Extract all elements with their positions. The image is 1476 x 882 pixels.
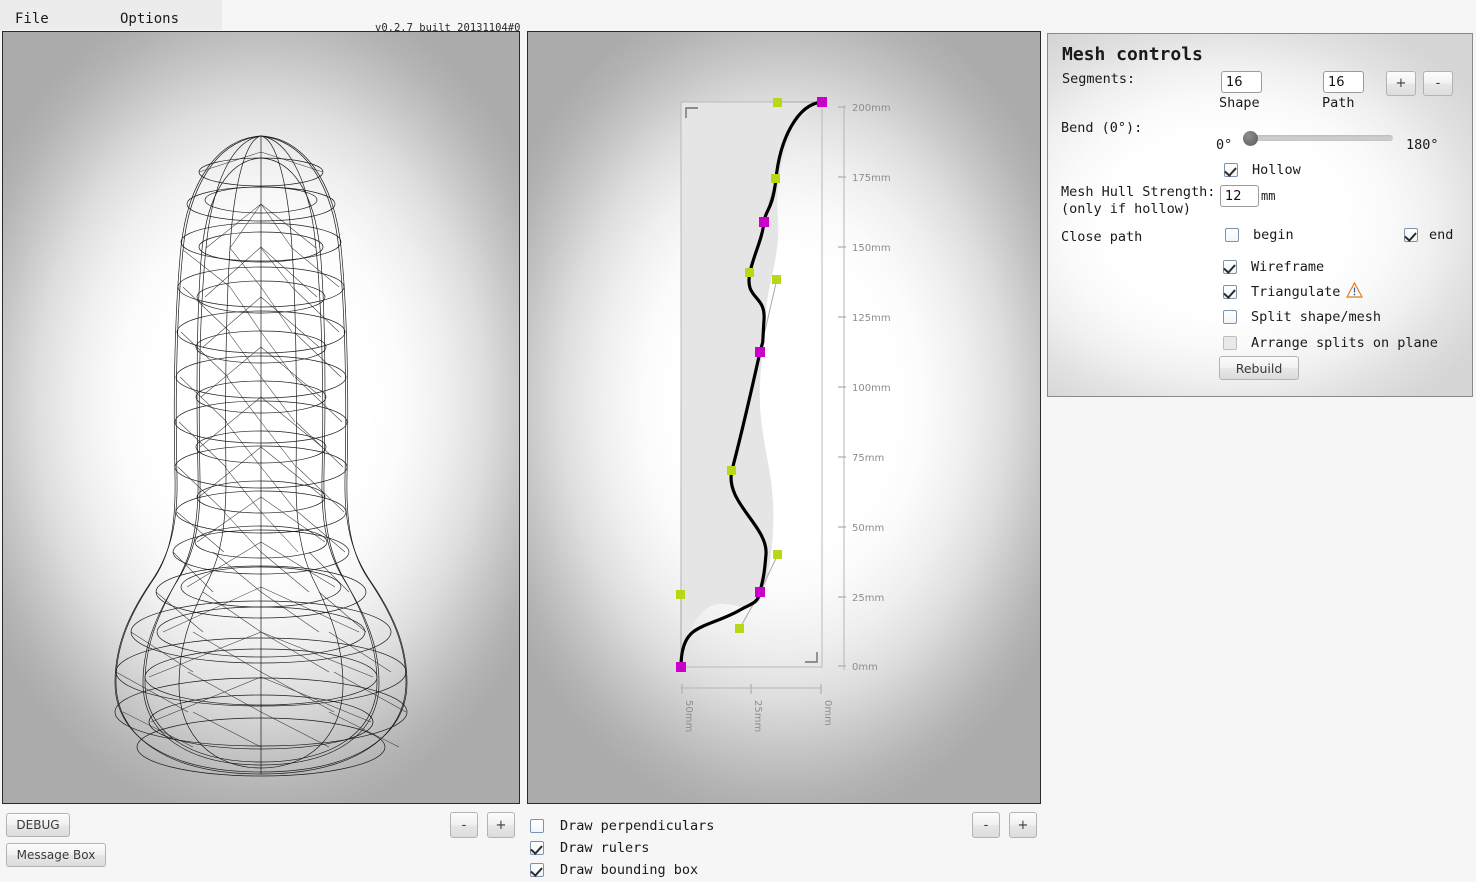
draw-rulers-label: Draw rulers	[560, 840, 650, 856]
ruler-tick-label: 100mm	[852, 383, 891, 394]
ruler-tick-label: 150mm	[852, 243, 891, 254]
zoom-out-button-path[interactable]: -	[972, 812, 1000, 838]
draw-bounding-box-label: Draw bounding box	[560, 862, 699, 878]
wireframe-row[interactable]: Wireframe	[1223, 259, 1324, 275]
draw-perpendiculars-row[interactable]: Draw perpendiculars	[530, 815, 714, 837]
menu-item-file[interactable]: File	[15, 11, 49, 27]
path-editor-svg: 200mm 175mm 150mm 125mm 100mm 75mm 50mm …	[676, 97, 891, 732]
zoom-in-button-3d[interactable]: +	[487, 812, 515, 838]
ruler-tick-label: 125mm	[852, 313, 891, 324]
viewport-path-editor[interactable]: 200mm 175mm 150mm 125mm 100mm 75mm 50mm …	[527, 31, 1041, 804]
bend-max-label: 180°	[1406, 137, 1439, 153]
path-segments-input[interactable]: 16	[1323, 71, 1364, 93]
ruler-tick-label: 200mm	[852, 103, 891, 114]
close-begin-checkbox[interactable]	[1225, 228, 1239, 242]
horizontal-ruler-labels: 50mm 25mm 0mm	[683, 700, 833, 732]
draw-bounding-box-checkbox[interactable]	[530, 863, 544, 877]
warning-triangle-icon	[1346, 281, 1364, 302]
hollow-row[interactable]: Hollow	[1224, 162, 1301, 178]
viewport-3d-mesh[interactable]	[2, 31, 520, 804]
draw-bounding-box-row[interactable]: Draw bounding box	[530, 859, 714, 881]
triangulate-row[interactable]: Triangulate	[1223, 281, 1364, 302]
ruler-tick-label: 50mm	[852, 523, 884, 534]
draw-rulers-row[interactable]: Draw rulers	[530, 837, 714, 859]
close-path-label: Close path	[1061, 229, 1143, 245]
shape-segments-label: Shape	[1219, 95, 1260, 111]
hull-strength-unit: mm	[1261, 189, 1276, 203]
menu-bar: File Options	[0, 0, 222, 30]
split-shape-mesh-checkbox[interactable]	[1223, 310, 1237, 324]
path-segments-label: Path	[1322, 95, 1355, 111]
segments-decrease-button[interactable]: -	[1423, 71, 1453, 96]
debug-button[interactable]: DEBUG	[6, 813, 70, 837]
ruler-tick-label: 75mm	[852, 453, 884, 464]
close-end-checkbox[interactable]	[1404, 228, 1418, 242]
hull-strength-label: Mesh Hull Strength:	[1061, 184, 1216, 200]
close-begin-label: begin	[1253, 227, 1294, 243]
ruler-tick-label: 50mm	[683, 700, 694, 732]
arrange-splits-label: Arrange splits on plane	[1251, 335, 1438, 351]
ruler-tick-label: 175mm	[852, 173, 891, 184]
segments-increase-button[interactable]: +	[1386, 71, 1416, 96]
triangulate-label: Triangulate	[1251, 284, 1341, 300]
split-shape-mesh-label: Split shape/mesh	[1251, 309, 1382, 325]
wireframe-checkbox[interactable]	[1223, 260, 1237, 274]
menu-item-options[interactable]: Options	[120, 11, 179, 27]
close-end-label: end	[1429, 227, 1454, 243]
mesh-controls-title: Mesh controls	[1062, 44, 1203, 65]
ruler-tick-label: 25mm	[852, 593, 884, 604]
segments-label: Segments:	[1062, 71, 1136, 87]
hull-strength-input[interactable]: 12	[1220, 185, 1259, 207]
path-fill	[680, 102, 822, 666]
zoom-in-button-path[interactable]: +	[1009, 812, 1037, 838]
bend-label: Bend (0°):	[1061, 120, 1143, 136]
split-shape-mesh-row[interactable]: Split shape/mesh	[1223, 309, 1381, 325]
draw-rulers-checkbox[interactable]	[530, 841, 544, 855]
bend-slider-track[interactable]	[1243, 135, 1393, 141]
draw-options-group: Draw perpendiculars Draw rulers Draw bou…	[530, 815, 714, 881]
ruler-tick-label: 0mm	[852, 662, 878, 673]
rebuild-button[interactable]: Rebuild	[1219, 356, 1299, 380]
triangulate-checkbox[interactable]	[1223, 285, 1237, 299]
hollow-checkbox[interactable]	[1224, 163, 1238, 177]
close-end-row[interactable]: end	[1404, 227, 1453, 243]
arrange-splits-checkbox[interactable]	[1223, 336, 1237, 350]
bend-min-label: 0°	[1216, 137, 1233, 153]
vertical-ruler-labels: 200mm 175mm 150mm 125mm 100mm 75mm 50mm …	[852, 103, 891, 673]
horizontal-ruler: 50mm 25mm 0mm	[681, 684, 833, 732]
arrange-splits-row[interactable]: Arrange splits on plane	[1223, 335, 1438, 351]
bend-slider[interactable]	[1243, 130, 1393, 146]
wireframe-label: Wireframe	[1251, 259, 1325, 275]
message-box-button[interactable]: Message Box	[6, 843, 106, 867]
bend-slider-thumb[interactable]	[1243, 131, 1258, 146]
vertical-ruler: 200mm 175mm 150mm 125mm 100mm 75mm 50mm …	[838, 103, 891, 673]
ruler-tick-label: 25mm	[752, 700, 763, 732]
hull-strength-sublabel: (only if hollow)	[1061, 201, 1192, 217]
shape-segments-input[interactable]: 16	[1221, 71, 1262, 93]
hollow-label: Hollow	[1252, 162, 1301, 178]
draw-perpendiculars-checkbox[interactable]	[530, 819, 544, 833]
draw-perpendiculars-label: Draw perpendiculars	[560, 818, 715, 834]
close-begin-row[interactable]: begin	[1225, 227, 1294, 243]
ruler-tick-label: 0mm	[822, 700, 833, 726]
mesh-wireframe-svg	[114, 135, 408, 777]
zoom-out-button-3d[interactable]: -	[450, 812, 478, 838]
